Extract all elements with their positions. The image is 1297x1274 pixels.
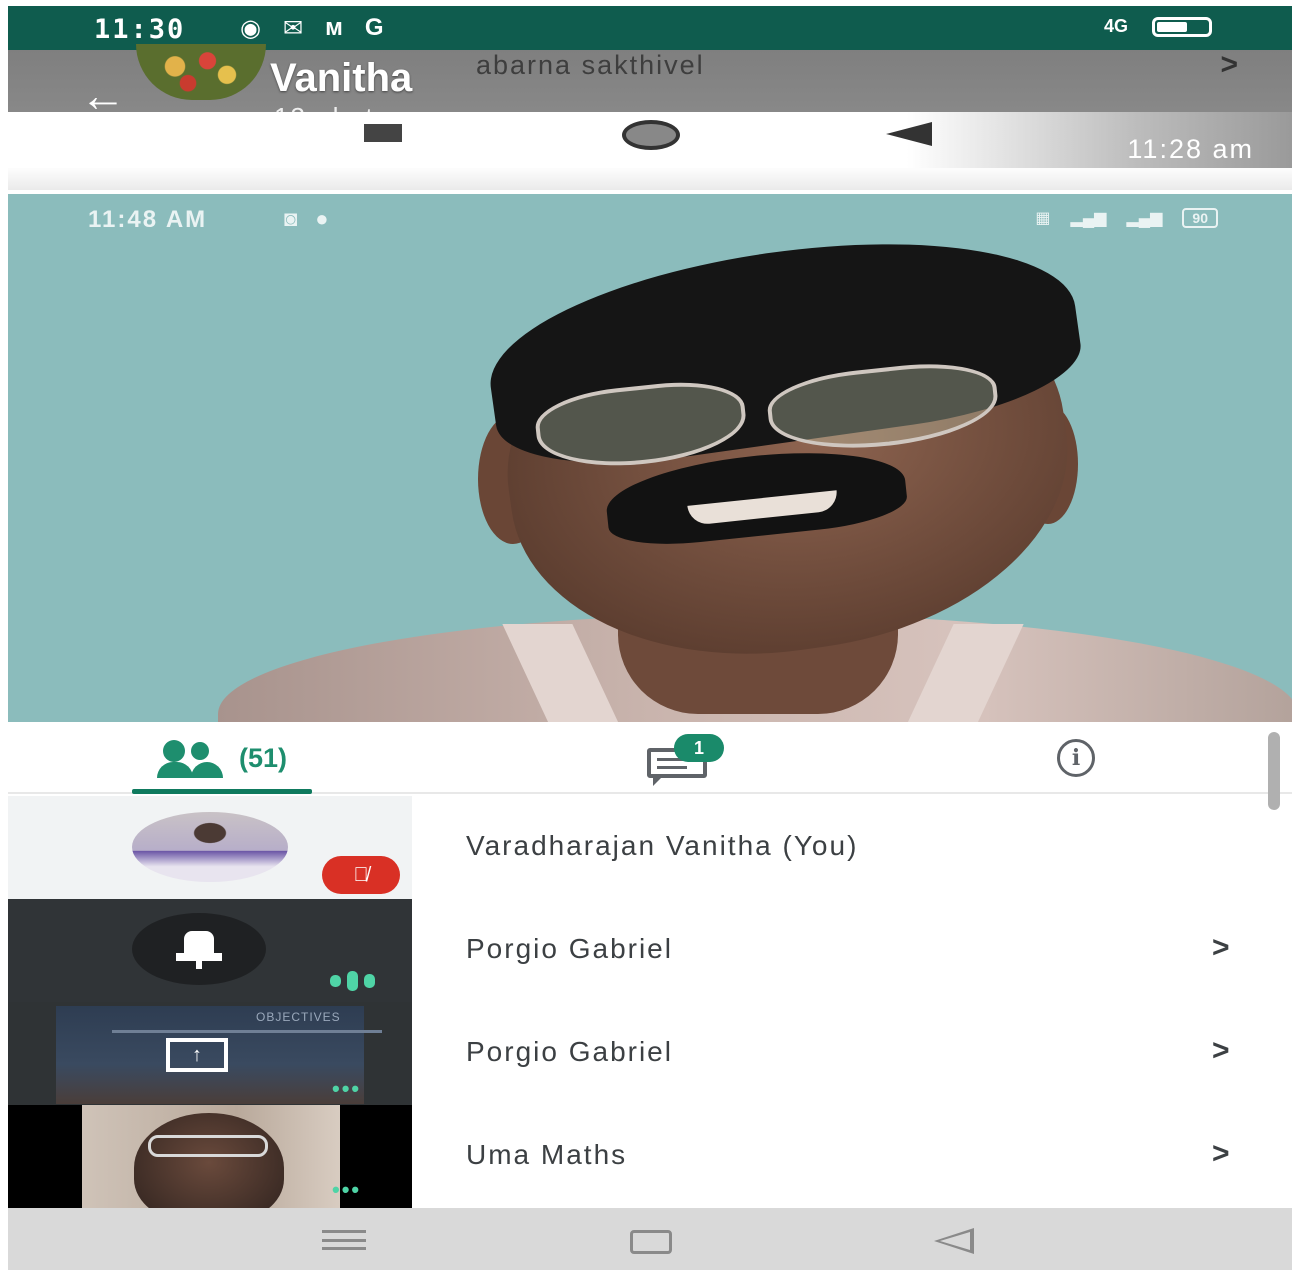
gallery-title: Vanitha [270, 56, 413, 100]
signal-icon: 4G [1103, 16, 1128, 36]
back-triangle-icon[interactable] [886, 122, 932, 146]
contact-avatar[interactable] [136, 44, 266, 100]
chat-unread-badge: 1 [674, 734, 724, 762]
active-tab-indicator [132, 789, 312, 794]
participant-name: Porgio Gabriel [466, 933, 673, 964]
video-system-icons: ▦ ▂▄▆ ▂▄▆ 90 [1035, 208, 1218, 228]
participant-row[interactable]: ••• Uma Maths > [8, 1105, 1292, 1208]
slide-title: OBJECTIVES [256, 1010, 341, 1024]
m-icon: ᴍ [325, 14, 343, 41]
participant-list: 🎙̸ Varadharajan Vanitha (You) Porgio Gab… [8, 796, 1292, 1208]
google-icon: G [364, 14, 384, 41]
avatar [132, 812, 288, 882]
shield-icon: ◉ [240, 15, 261, 42]
app-icon: ◙ [284, 206, 298, 231]
participant-name: Uma Maths [466, 1139, 628, 1170]
audio-level-icon [330, 971, 375, 991]
home-icon[interactable] [630, 1230, 672, 1254]
main-video-feed[interactable]: 11:48 AM ◙ ● ▦ ▂▄▆ ▂▄▆ 90 [8, 194, 1292, 722]
screenshot-frame: 11:30 ◉ ✉ ᴍ G 4G ← abarna sakthivel > Va… [0, 0, 1297, 1274]
divider [8, 168, 1292, 190]
participant-thumbnail [8, 899, 412, 1002]
participant-row[interactable]: 🎙̸ Varadharajan Vanitha (You) [8, 796, 1292, 899]
participant-thumbnail: ••• [8, 1105, 412, 1208]
participant-glasses [148, 1135, 268, 1157]
contact-name: abarna sakthivel [476, 50, 705, 80]
status-system-icons: 4G [1104, 16, 1212, 37]
more-icon[interactable]: ••• [332, 1177, 361, 1203]
participant-thumbnail: OBJECTIVES ↑ ••• [8, 1002, 412, 1105]
bell-icon-stem [196, 959, 202, 969]
signal-icon-2: ▂▄▆ [1126, 210, 1163, 227]
people-icon [156, 738, 229, 778]
participant-name: Porgio Gabriel [466, 1036, 673, 1067]
meeting-tab-bar: (51) 1 i [8, 722, 1292, 794]
back-icon[interactable] [934, 1228, 974, 1254]
chevron-right-icon[interactable]: > [1220, 48, 1238, 82]
status-time: 11:30 [94, 14, 186, 45]
video-status-icons: ◙ ● [284, 206, 329, 232]
chat-bubble-icon: ● [315, 206, 329, 231]
people-count: (51) [238, 742, 287, 773]
chevron-right-icon[interactable]: > [1212, 1034, 1230, 1068]
menu-icon[interactable] [322, 1230, 366, 1250]
battery-icon: 90 [1182, 208, 1218, 228]
participant-row[interactable]: OBJECTIVES ↑ ••• Porgio Gabriel > [8, 1002, 1292, 1105]
video-status-time: 11:48 AM [88, 206, 208, 233]
participant-thumbnail: 🎙̸ [8, 796, 412, 899]
tab-info[interactable]: i [1036, 722, 1116, 794]
participant-row[interactable]: Porgio Gabriel > [8, 899, 1292, 1002]
home-circle-icon[interactable] [622, 120, 680, 150]
screen-share-icon: ↑ [166, 1038, 228, 1072]
chevron-right-icon[interactable]: > [1212, 1137, 1230, 1171]
status-notification-icons: ◉ ✉ ᴍ G [240, 14, 384, 43]
mic-off-icon: 🎙̸ [322, 856, 400, 894]
info-icon: i [1057, 739, 1095, 777]
tab-people[interactable]: (51) [132, 722, 312, 794]
chevron-right-icon[interactable]: > [1212, 931, 1230, 965]
more-icon[interactable]: ••• [332, 1076, 361, 1102]
slide-text-line [112, 1030, 382, 1033]
mail-icon: ✉ [282, 15, 304, 42]
signal-icon: ▂▄▆ [1070, 210, 1107, 227]
battery-icon [1152, 16, 1212, 37]
participant-name: Varadharajan Vanitha (You) [466, 830, 859, 861]
sim-icon: ▦ [1035, 210, 1051, 227]
inner-nav-strip: 11:28 am [8, 112, 1292, 168]
system-nav-bar [8, 1208, 1292, 1270]
message-time: 11:28 am [1127, 134, 1254, 164]
recents-icon[interactable] [364, 124, 402, 142]
